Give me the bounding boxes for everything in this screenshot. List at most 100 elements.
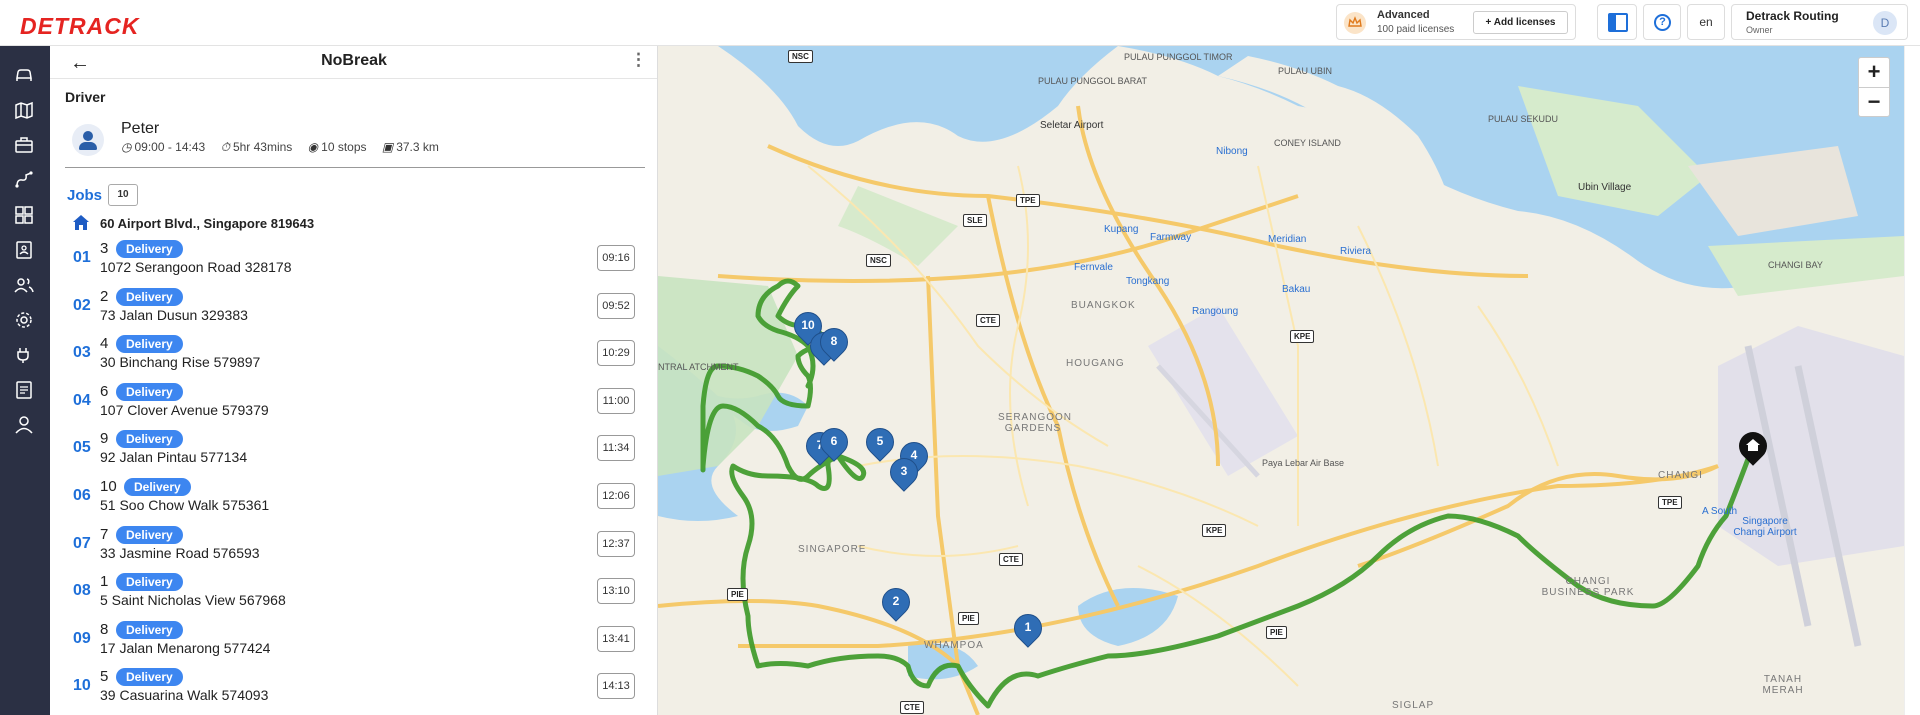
job-sequence: 08 (73, 582, 91, 600)
zoom-control: + − (1858, 57, 1890, 117)
user-menu[interactable]: Detrack Routing Owner D (1731, 4, 1908, 40)
zoom-out-button[interactable]: − (1859, 88, 1889, 117)
job-number: 8 (100, 620, 109, 638)
integration-icon[interactable] (13, 344, 35, 366)
job-address: 30 Binchang Rise 579897 (100, 354, 261, 371)
job-number: 6 (100, 382, 109, 400)
detrack-logo[interactable]: DETRACK (20, 13, 139, 40)
job-row[interactable]: 01 3 Delivery 1072 Serangoon Road 328178 09:… (50, 238, 657, 285)
settings-icon[interactable] (13, 309, 35, 331)
job-marker[interactable]: 2 (876, 582, 916, 622)
zoom-in-button[interactable]: + (1859, 58, 1889, 87)
map-label: PULAU PUNGGOL BARAT (1038, 76, 1148, 86)
plan-licenses: 100 paid licenses (1377, 24, 1455, 35)
job-marker[interactable]: 3 (884, 452, 924, 492)
route-icon[interactable] (13, 169, 35, 191)
job-sequence: 07 (73, 534, 91, 552)
job-row[interactable]: 03 4 Delivery 30 Binchang Rise 579897 10:29 (50, 333, 657, 380)
job-eta: 11:00 (597, 387, 635, 414)
job-address: 5 Saint Nicholas View 567968 (100, 592, 286, 609)
job-number: 7 (100, 525, 109, 543)
crown-icon (1344, 12, 1366, 34)
map-label: Ubin Village (1578, 182, 1632, 193)
language-button[interactable]: en (1687, 4, 1725, 40)
road-shield: KPE (1202, 524, 1227, 537)
profile-icon[interactable] (13, 414, 35, 436)
map-label: Riviera (1340, 246, 1372, 257)
add-licenses-button[interactable]: + Add licenses (1473, 11, 1568, 34)
job-address: 107 Clover Avenue 579379 (100, 401, 269, 418)
map-label: Farmway (1150, 232, 1192, 243)
top-bar: DETRACK Advanced 100 paid licenses + Add… (0, 0, 1920, 46)
map-label: CHANGI BUSINESS PARK (1541, 576, 1635, 598)
map-label: NTRAL ATCHMENT (658, 362, 739, 372)
help-button[interactable]: ? (1643, 4, 1681, 40)
job-sequence: 06 (73, 487, 91, 504)
job-eta: 12:37 (597, 530, 635, 557)
job-number: 1 (100, 573, 109, 591)
job-address: 92 Jalan Pintau 577134 (100, 449, 248, 466)
job-row[interactable]: 02 2 Delivery 73 Jalan Dusun 329383 09:52 (50, 286, 657, 333)
job-marker[interactable]: 1 (1008, 608, 1048, 648)
report-icon[interactable] (13, 239, 35, 261)
depot-marker[interactable] (1733, 426, 1773, 468)
job-sequence: 10 (73, 677, 91, 695)
user-role: Owner (1746, 25, 1773, 35)
page-scrollbar[interactable] (1904, 46, 1920, 715)
job-address: 51 Soo Chow Walk 575361 (100, 497, 270, 513)
job-marker[interactable]: 5 (860, 422, 900, 462)
road-shield: SLE (963, 214, 987, 227)
road-shield: CTE (900, 701, 924, 714)
job-row[interactable]: 07 7 Delivery 33 Jasmine Road 576593 12:37 (50, 524, 657, 571)
home-icon (1746, 439, 1760, 451)
team-icon[interactable] (13, 274, 35, 296)
job-row[interactable]: 04 6 Delivery 107 Clover Avenue 579379 11:00 (50, 381, 657, 428)
route-map[interactable]: Seletar Airport Nibong Ubin Village Kupa… (658, 46, 1904, 715)
map-label: WHAMPOA (924, 640, 984, 651)
job-number: 4 (100, 335, 109, 353)
job-row[interactable]: 09 8 Delivery 17 Jalan Menarong 577424 13:41 (50, 619, 657, 666)
job-eta: 09:16 (597, 245, 635, 271)
job-sequence: 01 (73, 249, 91, 266)
map-label: Seletar Airport (1040, 120, 1104, 131)
map-label: CHANGI (1658, 470, 1703, 481)
briefcase-icon[interactable] (13, 134, 35, 156)
map-label: SIGLAP (1392, 700, 1435, 711)
user-name: Detrack Routing (1746, 9, 1839, 23)
map-label: HOUGANG (1066, 358, 1125, 369)
job-row[interactable]: 06 10 Delivery 51 Soo Chow Walk 575361 12:06 (50, 476, 657, 523)
job-type-badge: Delivery (116, 382, 183, 401)
job-address: 33 Jasmine Road 576593 (100, 544, 260, 561)
job-type-badge: Delivery (116, 525, 183, 544)
job-row[interactable]: 10 5 Delivery 39 Casuarina Walk 574093 14:13 (50, 666, 657, 713)
map-label: Paya Lebar Air Base (1262, 458, 1345, 468)
job-eta: 13:41 (597, 625, 635, 652)
job-number: 9 (100, 430, 109, 448)
job-row[interactable]: 08 1 Delivery 5 Saint Nicholas View 567968 1… (50, 571, 657, 618)
job-number: 3 (100, 240, 109, 257)
panel-toggle-button[interactable] (1597, 4, 1637, 40)
timer-icon: ⏱ (220, 140, 230, 154)
document-icon[interactable] (13, 379, 35, 401)
job-marker[interactable]: 6 (814, 422, 854, 462)
panel-header: ← NoBreak ⋮ (50, 46, 657, 79)
jobs-label: Jobs (67, 187, 103, 204)
home-icon (72, 214, 90, 231)
job-row[interactable]: 05 9 Delivery 92 Jalan Pintau 577134 11:34 (50, 428, 657, 475)
map-label: Meridian (1268, 234, 1307, 245)
avatar: D (1873, 11, 1897, 35)
map-icon[interactable] (13, 99, 35, 121)
driver-avatar (72, 124, 104, 156)
road-shield: TPE (1658, 496, 1682, 509)
job-marker[interactable]: 8 (814, 322, 854, 362)
road-shield: PIE (727, 588, 748, 601)
job-type-badge: Delivery (116, 430, 183, 449)
driver-name: Peter (121, 120, 160, 137)
dashboard-icon[interactable] (13, 204, 35, 226)
job-sequence: 03 (73, 344, 91, 362)
job-type-badge: Delivery (116, 240, 183, 258)
more-vertical-icon[interactable]: ⋮ (630, 50, 647, 70)
job-address: 39 Casuarina Walk 574093 (100, 687, 269, 704)
vehicle-icon[interactable] (13, 64, 35, 86)
divider (65, 167, 645, 168)
